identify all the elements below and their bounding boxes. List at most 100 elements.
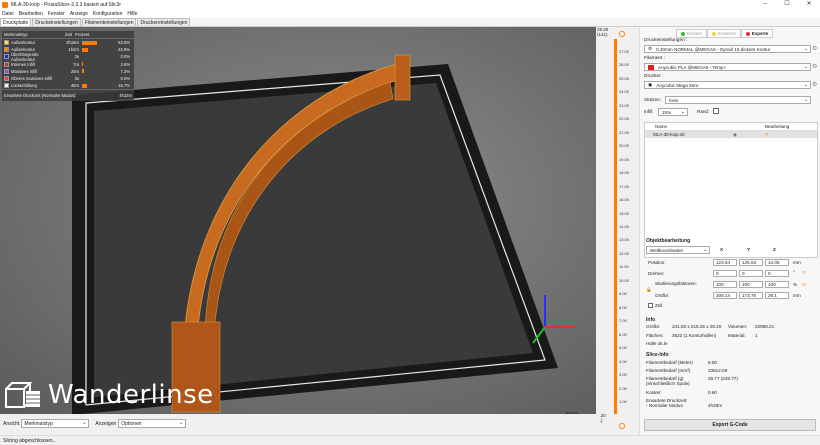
legend-row[interactable]: Massives Infill 20m 7.2%: [2, 68, 134, 75]
legend-percent: 0.0%: [120, 76, 130, 82]
size-unit: mm: [793, 293, 801, 298]
minimize-button[interactable]: –: [754, 0, 776, 9]
object-row[interactable]: MLA-30-loop.stl ◉ ✎: [645, 131, 817, 138]
maximize-button[interactable]: ☐: [776, 0, 798, 9]
edit-icon[interactable]: ✎: [765, 132, 769, 138]
legend-label: Lückenfüllung: [11, 83, 37, 89]
tab-plater[interactable]: Druckplatte: [0, 18, 32, 26]
menu-help[interactable]: Hilfe: [127, 11, 137, 17]
layer-slider[interactable]: 28.20 (141) 27.00 26.00 25.00 24.00 23.00 22.…: [597, 27, 637, 437]
rotation-x-input[interactable]: 0: [713, 270, 737, 277]
layer-tick-label: 16.00: [619, 197, 630, 203]
model-top-tab: [394, 54, 411, 101]
info-size-label: Größe:: [646, 324, 661, 329]
lock-icon[interactable]: 🔒: [646, 287, 652, 293]
legend-percent: 0.0%: [120, 54, 130, 60]
legend-row[interactable]: Internes Infill 7m 2.6%: [2, 61, 134, 68]
view-type-select[interactable]: Merkmalstyp ⌄: [21, 419, 90, 428]
legend-time: 1h2m: [68, 47, 79, 53]
layers-icon: [5, 382, 40, 408]
legend-label: Außenkontur: [11, 40, 35, 46]
mode-simple-label: Einfach: [687, 31, 703, 36]
size-z-input[interactable]: 28.1: [765, 292, 789, 299]
info-material-value: 1: [755, 333, 758, 338]
legend-row[interactable]: Außenkontur 2h18m 53.5%: [2, 39, 134, 46]
layer-tick-label: 10.00: [619, 277, 630, 283]
reset-rotation-icon[interactable]: ↺: [802, 270, 806, 276]
position-x-input[interactable]: 123.64: [713, 259, 737, 266]
supports-select[interactable]: Kein ⌄: [665, 96, 811, 104]
info-manifold-label: Hülle ok.le: [646, 341, 668, 346]
coordinate-system-value: Weltkoordinaten: [650, 247, 684, 253]
legend-swatch: [4, 83, 9, 89]
legend-swatch: [4, 54, 9, 60]
layer-tick-label: 13.00: [619, 237, 630, 243]
legend-row[interactable]: Überhängende Außenkontur 2s 0.0%: [2, 52, 134, 62]
menu-configuration[interactable]: Konfiguration: [93, 11, 122, 17]
3d-viewport[interactable]: Merkmalstyp Zeit Prozent Außenkontur 2h18…: [0, 27, 596, 414]
scale-x-input[interactable]: 100: [713, 281, 737, 288]
watermark: Wanderlinse: [4, 379, 214, 411]
view-type-label: Ansicht: [3, 420, 20, 427]
print-settings-select[interactable]: ⚙ 0.20mm NORMAL @MEGA0 - Gyroid 15 dicke…: [644, 45, 811, 53]
printer-gear-icon[interactable]: ⚙: [812, 82, 818, 88]
info-volume-value: 22996.21: [755, 324, 775, 329]
rotation-y-input[interactable]: 0: [739, 270, 763, 277]
scale-z-input[interactable]: 100: [765, 281, 789, 288]
layer-tick-label: 27.00: [619, 49, 630, 54]
infill-select[interactable]: 15% ⌄: [658, 108, 688, 116]
layer-slider-track[interactable]: [614, 39, 617, 414]
layer-tick-label: 20.00: [619, 143, 630, 149]
brim-checkbox[interactable]: [713, 108, 719, 114]
mode-advanced[interactable]: Erweitert: [707, 29, 741, 38]
menu-window[interactable]: Fenster: [48, 11, 65, 17]
printer-value: Anycubic Mega Zero: [656, 82, 699, 88]
legend-bar: [82, 69, 110, 74]
legend-row[interactable]: Lückenfüllung 46m 16.7%: [2, 82, 134, 89]
layer-top-knob[interactable]: [619, 31, 625, 37]
filament-gear-icon[interactable]: ⚙: [812, 64, 818, 70]
rotation-z-input[interactable]: 0: [765, 270, 789, 277]
layer-bottom-knob[interactable]: [619, 423, 625, 429]
legend-bar: [82, 77, 110, 81]
info-title: Info: [646, 317, 656, 323]
close-button[interactable]: ✕: [798, 0, 820, 9]
position-y-input[interactable]: 125.63: [739, 259, 763, 266]
object-list-col-name: Name: [655, 124, 668, 129]
printer-select[interactable]: ▣ Anycubic Mega Zero ⌄: [644, 81, 811, 89]
mode-dot: [745, 31, 750, 36]
view-bar: Ansicht Merkmalstyp ⌄ Anzeigen Optionen ⌄: [0, 414, 600, 433]
view-type-value: Merkmalstyp: [24, 421, 53, 427]
supports-label: Stützen:: [644, 97, 661, 102]
reset-scale-icon[interactable]: ↺: [802, 282, 806, 288]
legend-time: 46m: [70, 83, 79, 89]
scale-unit: %: [793, 282, 798, 287]
tab-printer-settings[interactable]: Druckereinstellungen: [137, 18, 191, 26]
legend-swatch: [4, 76, 9, 82]
size-y-input[interactable]: 173.76: [739, 292, 763, 299]
legend-bar-fill: [82, 47, 89, 52]
rotation-label: Drehen:: [648, 271, 665, 276]
filament-select[interactable]: Anycubic PLA @MEGA0 - Temp+ ⌄: [644, 63, 811, 71]
menu-file[interactable]: Datei: [2, 11, 14, 17]
mode-expert[interactable]: Experte: [740, 29, 774, 38]
mode-simple[interactable]: Einfach: [676, 29, 708, 38]
menu-edit[interactable]: Bearbeiten: [19, 11, 43, 17]
inch-checkbox[interactable]: [648, 303, 653, 308]
tab-filament-settings[interactable]: Filamenteinstellungen: [81, 18, 137, 26]
eye-icon[interactable]: ◉: [733, 132, 765, 138]
coordinate-system-select[interactable]: Weltkoordinaten ⌄: [646, 246, 710, 254]
axis-x-header: X: [720, 247, 724, 252]
menu-view[interactable]: Anzeige: [70, 11, 88, 17]
legend-row[interactable]: Oberes massives Infill 3s 0.0%: [2, 75, 134, 82]
scale-y-input[interactable]: 100: [739, 281, 763, 288]
show-options-select[interactable]: Optionen ⌄: [118, 419, 187, 428]
position-z-input[interactable]: 14.05: [765, 259, 789, 266]
settings-gear-icon[interactable]: ⚙: [812, 46, 818, 52]
show-label: Anzeigen: [95, 420, 117, 427]
layer-tick-label: 7.00: [619, 318, 627, 324]
legend-swatch: [4, 61, 9, 67]
tab-print-settings[interactable]: Druckeinstellungen: [32, 18, 81, 26]
size-x-input[interactable]: 206.14: [713, 292, 737, 299]
export-gcode-button[interactable]: Export G-Code: [644, 419, 816, 431]
